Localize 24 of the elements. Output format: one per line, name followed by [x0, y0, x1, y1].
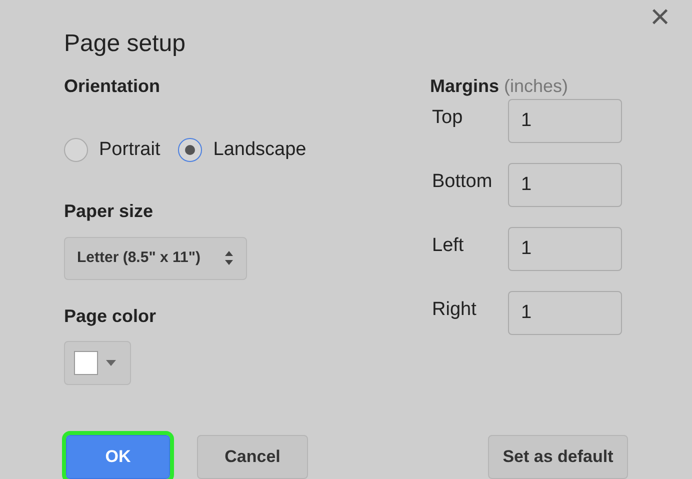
margin-input[interactable]: 1 — [508, 99, 622, 143]
section-label: Page color — [64, 304, 158, 328]
color-picker-button[interactable] — [64, 340, 131, 384]
paper-size-dropdown[interactable]: Letter (8.5" x 11") — [64, 236, 247, 280]
margin-input[interactable]: 1 — [508, 163, 622, 207]
radio-label: Portrait — [99, 138, 160, 162]
dialog-button[interactable]: Set as default — [488, 435, 628, 479]
close-button[interactable]: × — [650, 0, 670, 34]
section-label: Paper size — [64, 200, 154, 222]
margin-input[interactable]: 1 — [508, 291, 622, 335]
dialog-title: Page setup — [64, 29, 186, 59]
section-label: Orientation — [64, 75, 162, 98]
radio-button[interactable] — [178, 138, 202, 162]
up-down-caret-icon — [224, 250, 234, 266]
dialog-button[interactable]: Cancel — [197, 435, 308, 479]
margin-label: Top — [431, 106, 464, 130]
margin-label: Bottom — [431, 170, 494, 194]
radio-button[interactable] — [64, 138, 88, 162]
margin-label: Right — [431, 298, 478, 322]
section-label: Margins (inches) — [430, 75, 570, 98]
radio-label: Landscape — [213, 138, 306, 162]
caret-down-icon — [106, 360, 116, 366]
margin-label: Left — [431, 234, 465, 258]
margin-input[interactable]: 1 — [508, 227, 622, 271]
